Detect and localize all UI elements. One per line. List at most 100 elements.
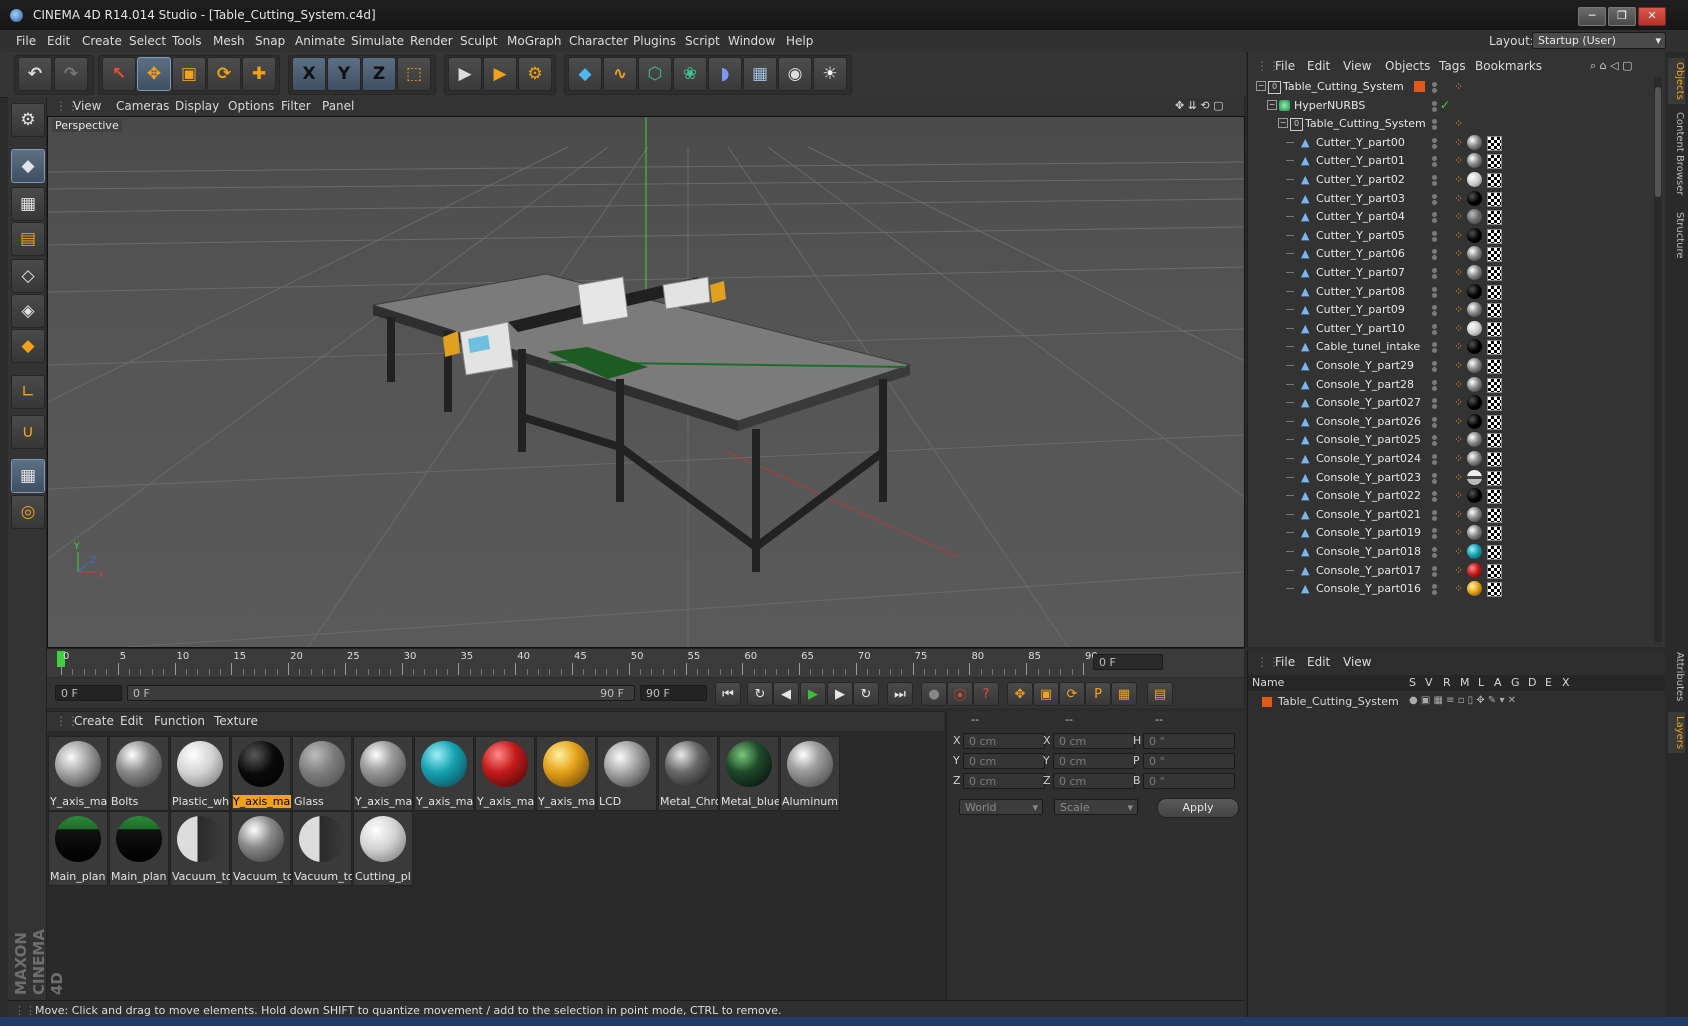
viewport-menu-panel[interactable]: Panel [322, 99, 354, 113]
visibility-dot[interactable] [1432, 497, 1437, 503]
live-selection-button[interactable]: ✚ [242, 57, 276, 91]
visibility-dot[interactable] [1432, 212, 1437, 218]
phong-tag-icon[interactable]: ⁘ [1454, 508, 1463, 521]
make-editable-icon[interactable]: ⚙ [11, 103, 45, 137]
material-tag-icon[interactable] [1467, 320, 1482, 336]
visibility-dot[interactable] [1432, 268, 1437, 273]
material-tag-icon[interactable] [1467, 339, 1482, 355]
visibility-dot[interactable] [1432, 416, 1437, 422]
object-tree-row[interactable]: ▲ Cutter_Y_part10 ⁘ [1248, 319, 1648, 339]
phong-tag-icon[interactable]: ⁘ [1454, 285, 1463, 298]
menu-window[interactable]: Window [728, 34, 775, 48]
viewport-menu-cameras[interactable]: Cameras [116, 99, 169, 113]
visibility-dot[interactable] [1432, 305, 1437, 311]
uvw-tag-icon[interactable] [1487, 563, 1502, 579]
phong-tag-icon[interactable]: ⁘ [1454, 322, 1463, 335]
record-parameter-button[interactable]: P [1085, 682, 1111, 706]
record-rotation-button[interactable]: ⟳ [1059, 682, 1085, 706]
visibility-dot[interactable] [1432, 311, 1437, 317]
visibility-dot[interactable] [1432, 435, 1437, 441]
phong-tag-icon[interactable]: ⁘ [1454, 471, 1463, 484]
record-point-level-button[interactable]: ▦ [1111, 682, 1137, 706]
material-tag-icon[interactable] [1467, 562, 1482, 578]
viewport-menu-filter[interactable]: Filter [281, 99, 311, 113]
cutting-table-model[interactable] [372, 273, 912, 572]
object-tree-row[interactable]: ▲ Console_Y_part016 ⁘ [1248, 579, 1648, 599]
select-tool-button[interactable]: ↖ [102, 57, 136, 91]
start-frame-field[interactable]: 0 F [55, 685, 122, 701]
object-menu-tags[interactable]: Tags [1439, 59, 1466, 73]
visibility-dot[interactable] [1432, 193, 1437, 199]
material-swatch[interactable]: LCD [597, 736, 657, 811]
render-settings-button[interactable]: ⚙ [518, 57, 552, 91]
scale-tool-button[interactable]: ▣ [172, 57, 206, 91]
tree-collapse-icon[interactable]: − [1278, 118, 1288, 129]
deformer-button[interactable]: ◗ [708, 57, 742, 91]
uvw-tag-icon[interactable] [1487, 191, 1502, 207]
uvw-tag-icon[interactable] [1487, 582, 1502, 598]
menu-animate[interactable]: Animate [295, 34, 345, 48]
move-tool-button[interactable]: ✥ [137, 57, 171, 91]
menu-sculpt[interactable]: Sculpt [460, 34, 497, 48]
visibility-dot[interactable] [1432, 472, 1437, 478]
uvw-tag-icon[interactable] [1487, 247, 1502, 263]
uvw-tag-icon[interactable] [1487, 210, 1502, 226]
range-slider[interactable]: 0 F 90 F [127, 685, 635, 701]
visibility-dot[interactable] [1432, 547, 1437, 552]
phong-tag-icon[interactable]: ⁘ [1454, 582, 1463, 595]
visibility-dot[interactable] [1432, 137, 1437, 143]
light-button[interactable]: ☀ [813, 57, 847, 91]
visibility-dot[interactable] [1432, 82, 1437, 87]
visibility-dot[interactable] [1432, 143, 1437, 149]
coord-value-field[interactable]: 0 cm [1053, 753, 1135, 769]
visibility-dot[interactable] [1432, 236, 1437, 242]
uvw-tag-icon[interactable] [1487, 135, 1502, 151]
uvw-tag-icon[interactable] [1487, 266, 1502, 281]
layer-menu-edit[interactable]: Edit [1307, 655, 1330, 669]
visibility-dot[interactable] [1432, 199, 1437, 205]
loop-button[interactable]: ↻ [747, 682, 773, 706]
record-keyframe-button[interactable]: ● [921, 682, 947, 706]
object-menu-edit[interactable]: Edit [1307, 59, 1330, 73]
phong-tag-icon[interactable]: ⁘ [1454, 378, 1463, 391]
uvw-tag-icon[interactable] [1487, 526, 1502, 542]
object-menu-view[interactable]: View [1343, 59, 1371, 73]
coord-value-field[interactable]: 0 ° [1143, 753, 1235, 769]
viewport-menu-options[interactable]: Options [228, 99, 274, 113]
visibility-dot[interactable] [1432, 509, 1437, 515]
cube-object-button[interactable]: ◆ [568, 57, 602, 91]
material-tag-icon[interactable] [1467, 525, 1482, 541]
menu-select[interactable]: Select [129, 34, 166, 48]
menu-snap[interactable]: Snap [255, 34, 285, 48]
visibility-dot[interactable] [1432, 292, 1437, 298]
texture-mode-icon[interactable]: ▦ [11, 187, 45, 221]
go-to-end-button[interactable]: ⏭ [887, 682, 913, 706]
phong-tag-icon[interactable]: ⁘ [1454, 489, 1463, 502]
restore-button[interactable]: ❐ [1608, 7, 1636, 26]
uvw-tag-icon[interactable] [1487, 433, 1502, 449]
undo-button[interactable]: ↶ [18, 57, 52, 91]
uvw-tag-icon[interactable] [1487, 507, 1502, 523]
phong-tag-icon[interactable]: ⁘ [1454, 303, 1463, 316]
layer-toggle-icons[interactable]: ● ▣ ▦ ≡ ▫ ▯ ✥ ✎ ▾ ✕ [1409, 695, 1516, 706]
x-axis-lock-button[interactable]: X [292, 57, 326, 91]
material-swatch[interactable]: Metal_Chrc [658, 736, 718, 811]
object-tree-row[interactable]: ▲ Console_Y_part017 ⁘ [1248, 561, 1648, 581]
menu-help[interactable]: Help [786, 34, 813, 48]
phong-tag-icon[interactable]: ⁘ [1454, 192, 1463, 205]
phong-tag-icon[interactable]: ⁘ [1454, 117, 1463, 130]
material-tag-icon[interactable] [1467, 172, 1482, 187]
tab-content-browser[interactable]: Content Browser [1668, 112, 1685, 195]
current-frame-field[interactable]: 0 F [1093, 654, 1163, 670]
tab-attributes[interactable]: Attributes [1668, 652, 1685, 701]
object-scrollbar-thumb[interactable] [1655, 87, 1661, 197]
visibility-dot[interactable] [1432, 404, 1437, 410]
coord-value-field[interactable]: 0 ° [1143, 733, 1235, 749]
material-swatch[interactable]: Main_plan [48, 811, 108, 886]
material-swatch[interactable]: Metal_blue [719, 736, 779, 811]
material-tag-icon[interactable] [1467, 246, 1482, 262]
record-position-button[interactable]: ✥ [1007, 682, 1033, 706]
phong-tag-icon[interactable]: ⁘ [1454, 80, 1463, 93]
viewport-navigation-icons[interactable]: ✥ ⇊ ⟲ ▢ [1175, 99, 1224, 112]
visibility-dot[interactable] [1432, 534, 1437, 540]
